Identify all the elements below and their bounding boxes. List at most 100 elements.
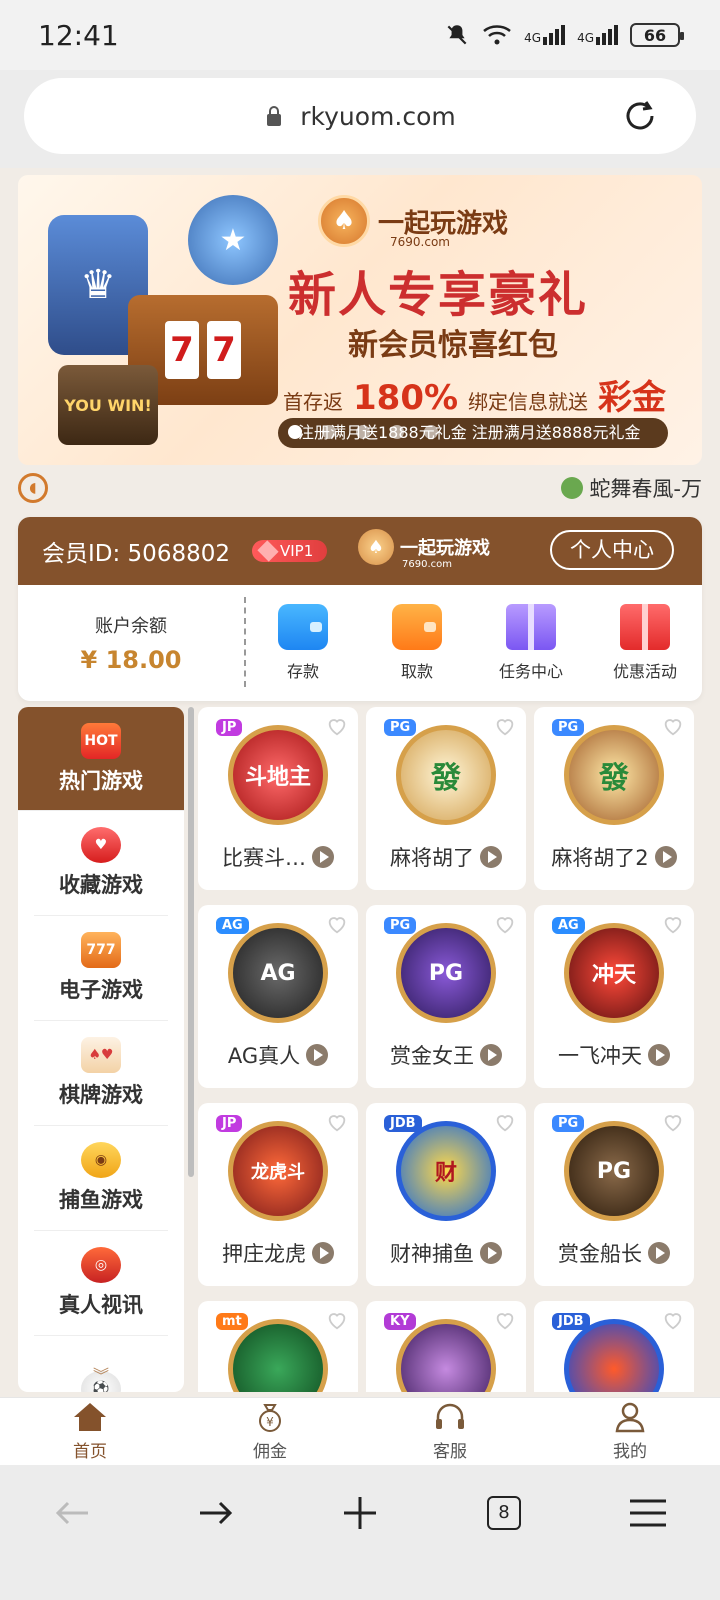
category-favorite-games[interactable]: ♥ 收藏游戏 <box>34 811 168 916</box>
category-hot-games[interactable]: HOT 热门游戏 <box>18 707 184 811</box>
game-name-row: 财神捕鱼 <box>376 1238 516 1268</box>
category-card-games[interactable]: ♠♥ 棋牌游戏 <box>34 1021 168 1126</box>
carousel-dot[interactable] <box>390 425 404 439</box>
play-icon[interactable] <box>312 1242 334 1264</box>
member-brand-domain: 7690.com <box>402 559 452 570</box>
provider-tag: JP <box>216 719 243 736</box>
game-name-row: 麻将胡了2 <box>544 842 684 872</box>
heart-outline-icon[interactable] <box>662 1111 684 1133</box>
heart-outline-icon[interactable] <box>662 913 684 935</box>
vip-level: VIP1 <box>280 542 314 560</box>
play-icon[interactable] <box>306 1044 329 1066</box>
chevron-down-icon[interactable]: ︾ <box>18 1362 184 1386</box>
carousel-dot[interactable] <box>424 425 438 439</box>
game-card[interactable]: PG 發 麻将胡了2 <box>534 707 694 890</box>
heart-outline-icon[interactable] <box>494 1111 516 1133</box>
category-label: 收藏游戏 <box>59 873 143 897</box>
sidebar-scrollbar[interactable] <box>188 707 194 1177</box>
fire-icon: HOT <box>81 722 121 759</box>
category-label: 热门游戏 <box>59 768 143 793</box>
tab-count: 8 <box>487 1495 521 1530</box>
nav-commission[interactable]: ¥ 佣金 <box>210 1401 330 1462</box>
thumb-text: AG <box>260 960 296 986</box>
new-tab-button[interactable] <box>330 1483 390 1543</box>
heart-outline-icon[interactable] <box>494 913 516 935</box>
menu-button[interactable] <box>618 1483 678 1543</box>
game-card[interactable]: JDB 财 财神捕鱼 <box>366 1103 526 1286</box>
category-slot-games[interactable]: 777 电子游戏 <box>34 916 168 1021</box>
member-card: 会员ID: 5068802 VIP1 ♠ 一起玩游戏 7690.com 个人中心… <box>18 517 702 701</box>
game-thumbnail: 冲天 <box>564 923 664 1023</box>
provider-tag: AG <box>216 917 249 934</box>
play-icon[interactable] <box>648 1044 670 1066</box>
heart-outline-icon[interactable] <box>326 1111 348 1133</box>
tabs-button[interactable]: 8 <box>474 1483 534 1543</box>
back-button[interactable] <box>42 1483 102 1543</box>
heart-outline-icon[interactable] <box>326 1309 348 1331</box>
url-text: rkyuom.com <box>300 101 456 131</box>
game-card[interactable]: AG AG AG真人 <box>198 905 358 1088</box>
game-card[interactable]: PG 發 麻将胡了 <box>366 707 526 890</box>
task-center-button[interactable]: 任务中心 <box>476 604 586 682</box>
provider-tag: JP <box>216 1115 243 1132</box>
game-name: 财神捕鱼 <box>390 1242 474 1266</box>
carousel-dot[interactable] <box>288 425 302 439</box>
game-name-row: 赏金女王 <box>376 1040 516 1070</box>
fish-icon: ◉ <box>81 1142 121 1178</box>
game-name: 押庄龙虎 <box>222 1242 306 1266</box>
category-live-casino[interactable]: ◎ 真人视讯 <box>34 1231 168 1336</box>
play-icon[interactable] <box>480 1044 502 1066</box>
forward-button[interactable] <box>186 1483 246 1543</box>
game-card[interactable]: PG PG 赏金船长 <box>534 1103 694 1286</box>
hot-badge: HOT <box>84 732 118 749</box>
game-name-row: 一飞冲天 <box>544 1040 684 1070</box>
play-icon[interactable] <box>312 846 334 868</box>
heart-outline-icon[interactable] <box>662 1309 684 1331</box>
address-bar[interactable]: rkyuom.com <box>24 78 696 154</box>
heart-outline-icon[interactable] <box>326 715 348 737</box>
banner-brand-name: 一起玩游戏 <box>378 208 509 239</box>
game-card[interactable]: AG 冲天 一飞冲天 <box>534 905 694 1088</box>
heart-outline-icon[interactable] <box>662 715 684 737</box>
promotions-button[interactable]: 优惠活动 <box>590 604 700 682</box>
action-label: 取款 <box>400 662 433 681</box>
provider-tag: PG <box>552 1115 585 1132</box>
arrow-left-icon <box>55 1501 88 1524</box>
game-card[interactable]: KY <box>366 1301 526 1392</box>
play-icon[interactable] <box>654 846 677 868</box>
game-card[interactable]: mt <box>198 1301 358 1392</box>
carousel-dot[interactable] <box>322 425 336 439</box>
game-name: 赏金船长 <box>558 1242 642 1266</box>
game-card[interactable]: PG PG 赏金女王 <box>366 905 526 1088</box>
withdraw-button[interactable]: 取款 <box>362 604 472 682</box>
slot-badge: 777 <box>86 942 116 958</box>
announcement-marquee[interactable]: ◖ 蛇舞春風-万 <box>0 465 720 510</box>
reload-icon[interactable] <box>620 96 660 136</box>
personal-center-button[interactable]: 个人中心 <box>550 530 674 570</box>
play-icon[interactable] <box>480 1242 502 1264</box>
game-card[interactable]: JDB <box>534 1301 694 1392</box>
category-label: 真人视讯 <box>59 1293 143 1317</box>
category-fishing-games[interactable]: ◉ 捕鱼游戏 <box>34 1126 168 1231</box>
deposit-button[interactable]: 存款 <box>248 604 358 682</box>
play-icon[interactable] <box>648 1242 670 1264</box>
snake-icon <box>561 476 584 499</box>
play-icon[interactable] <box>480 846 502 868</box>
game-card[interactable]: JP 龙虎斗 押庄龙虎 <box>198 1103 358 1286</box>
game-card[interactable]: JP 斗地主 比赛斗… <box>198 707 358 890</box>
nav-home[interactable]: 首页 <box>30 1401 150 1462</box>
arrow-right-icon <box>200 1501 233 1524</box>
heart-outline-icon[interactable] <box>326 913 348 935</box>
balance-block: 账户余额 ¥ 18.00 <box>18 585 244 701</box>
cards-icon: ♠♥ <box>81 1037 121 1073</box>
nav-mine[interactable]: 我的 <box>570 1401 690 1462</box>
nav-label: 我的 <box>613 1442 647 1462</box>
hero-character-icon: ★ <box>188 195 278 285</box>
heart-outline-icon[interactable] <box>494 1309 516 1331</box>
promo-banner[interactable]: ♛ ★ 7 7 YOU WIN! ♠ 一起玩游戏 7690.com 新人专享豪礼… <box>18 175 702 465</box>
heart-outline-icon[interactable] <box>494 715 516 737</box>
promo-prefix: 首存返 <box>283 390 343 414</box>
nav-support[interactable]: 客服 <box>390 1401 510 1462</box>
status-time: 12:41 <box>38 18 119 52</box>
carousel-dot[interactable] <box>356 425 370 439</box>
